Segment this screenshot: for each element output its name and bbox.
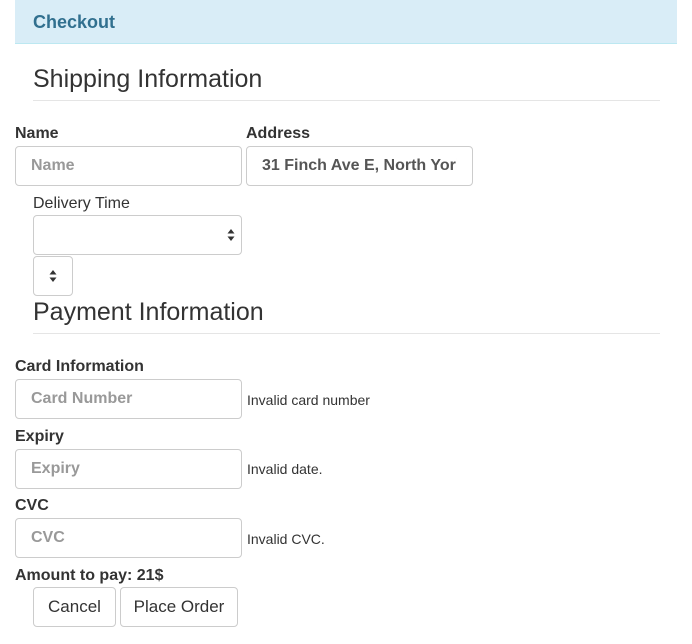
cvc-label: CVC bbox=[15, 497, 49, 514]
address-input[interactable] bbox=[246, 146, 473, 186]
amount-to-pay: Amount to pay: 21$ bbox=[15, 567, 164, 584]
select-arrows-icon bbox=[227, 229, 235, 241]
shipping-section-title: Shipping Information bbox=[33, 64, 660, 101]
delivery-time-select[interactable] bbox=[33, 215, 242, 255]
card-number-error: Invalid card number bbox=[247, 392, 370, 408]
card-number-input[interactable] bbox=[15, 379, 242, 419]
name-input[interactable] bbox=[15, 146, 242, 186]
place-order-button[interactable]: Place Order bbox=[120, 587, 238, 627]
expiry-input[interactable] bbox=[15, 449, 242, 489]
cancel-button[interactable]: Cancel bbox=[33, 587, 116, 627]
select-arrows-icon bbox=[49, 270, 57, 282]
cvc-error: Invalid CVC. bbox=[247, 531, 325, 547]
address-label: Address bbox=[246, 125, 311, 142]
checkout-header: Checkout bbox=[15, 0, 677, 44]
name-label: Name bbox=[15, 125, 59, 142]
delivery-time-label: Delivery Time bbox=[33, 195, 130, 212]
checkout-page: Checkout Shipping Information Name Addre… bbox=[0, 0, 692, 644]
expiry-error: Invalid date. bbox=[247, 461, 323, 477]
cvc-input[interactable] bbox=[15, 518, 242, 558]
expiry-label: Expiry bbox=[15, 428, 64, 445]
checkout-title: Checkout bbox=[33, 12, 116, 32]
delivery-time-secondary-select[interactable] bbox=[33, 256, 73, 296]
card-information-label: Card Information bbox=[15, 358, 144, 375]
payment-section-title: Payment Information bbox=[33, 297, 660, 334]
